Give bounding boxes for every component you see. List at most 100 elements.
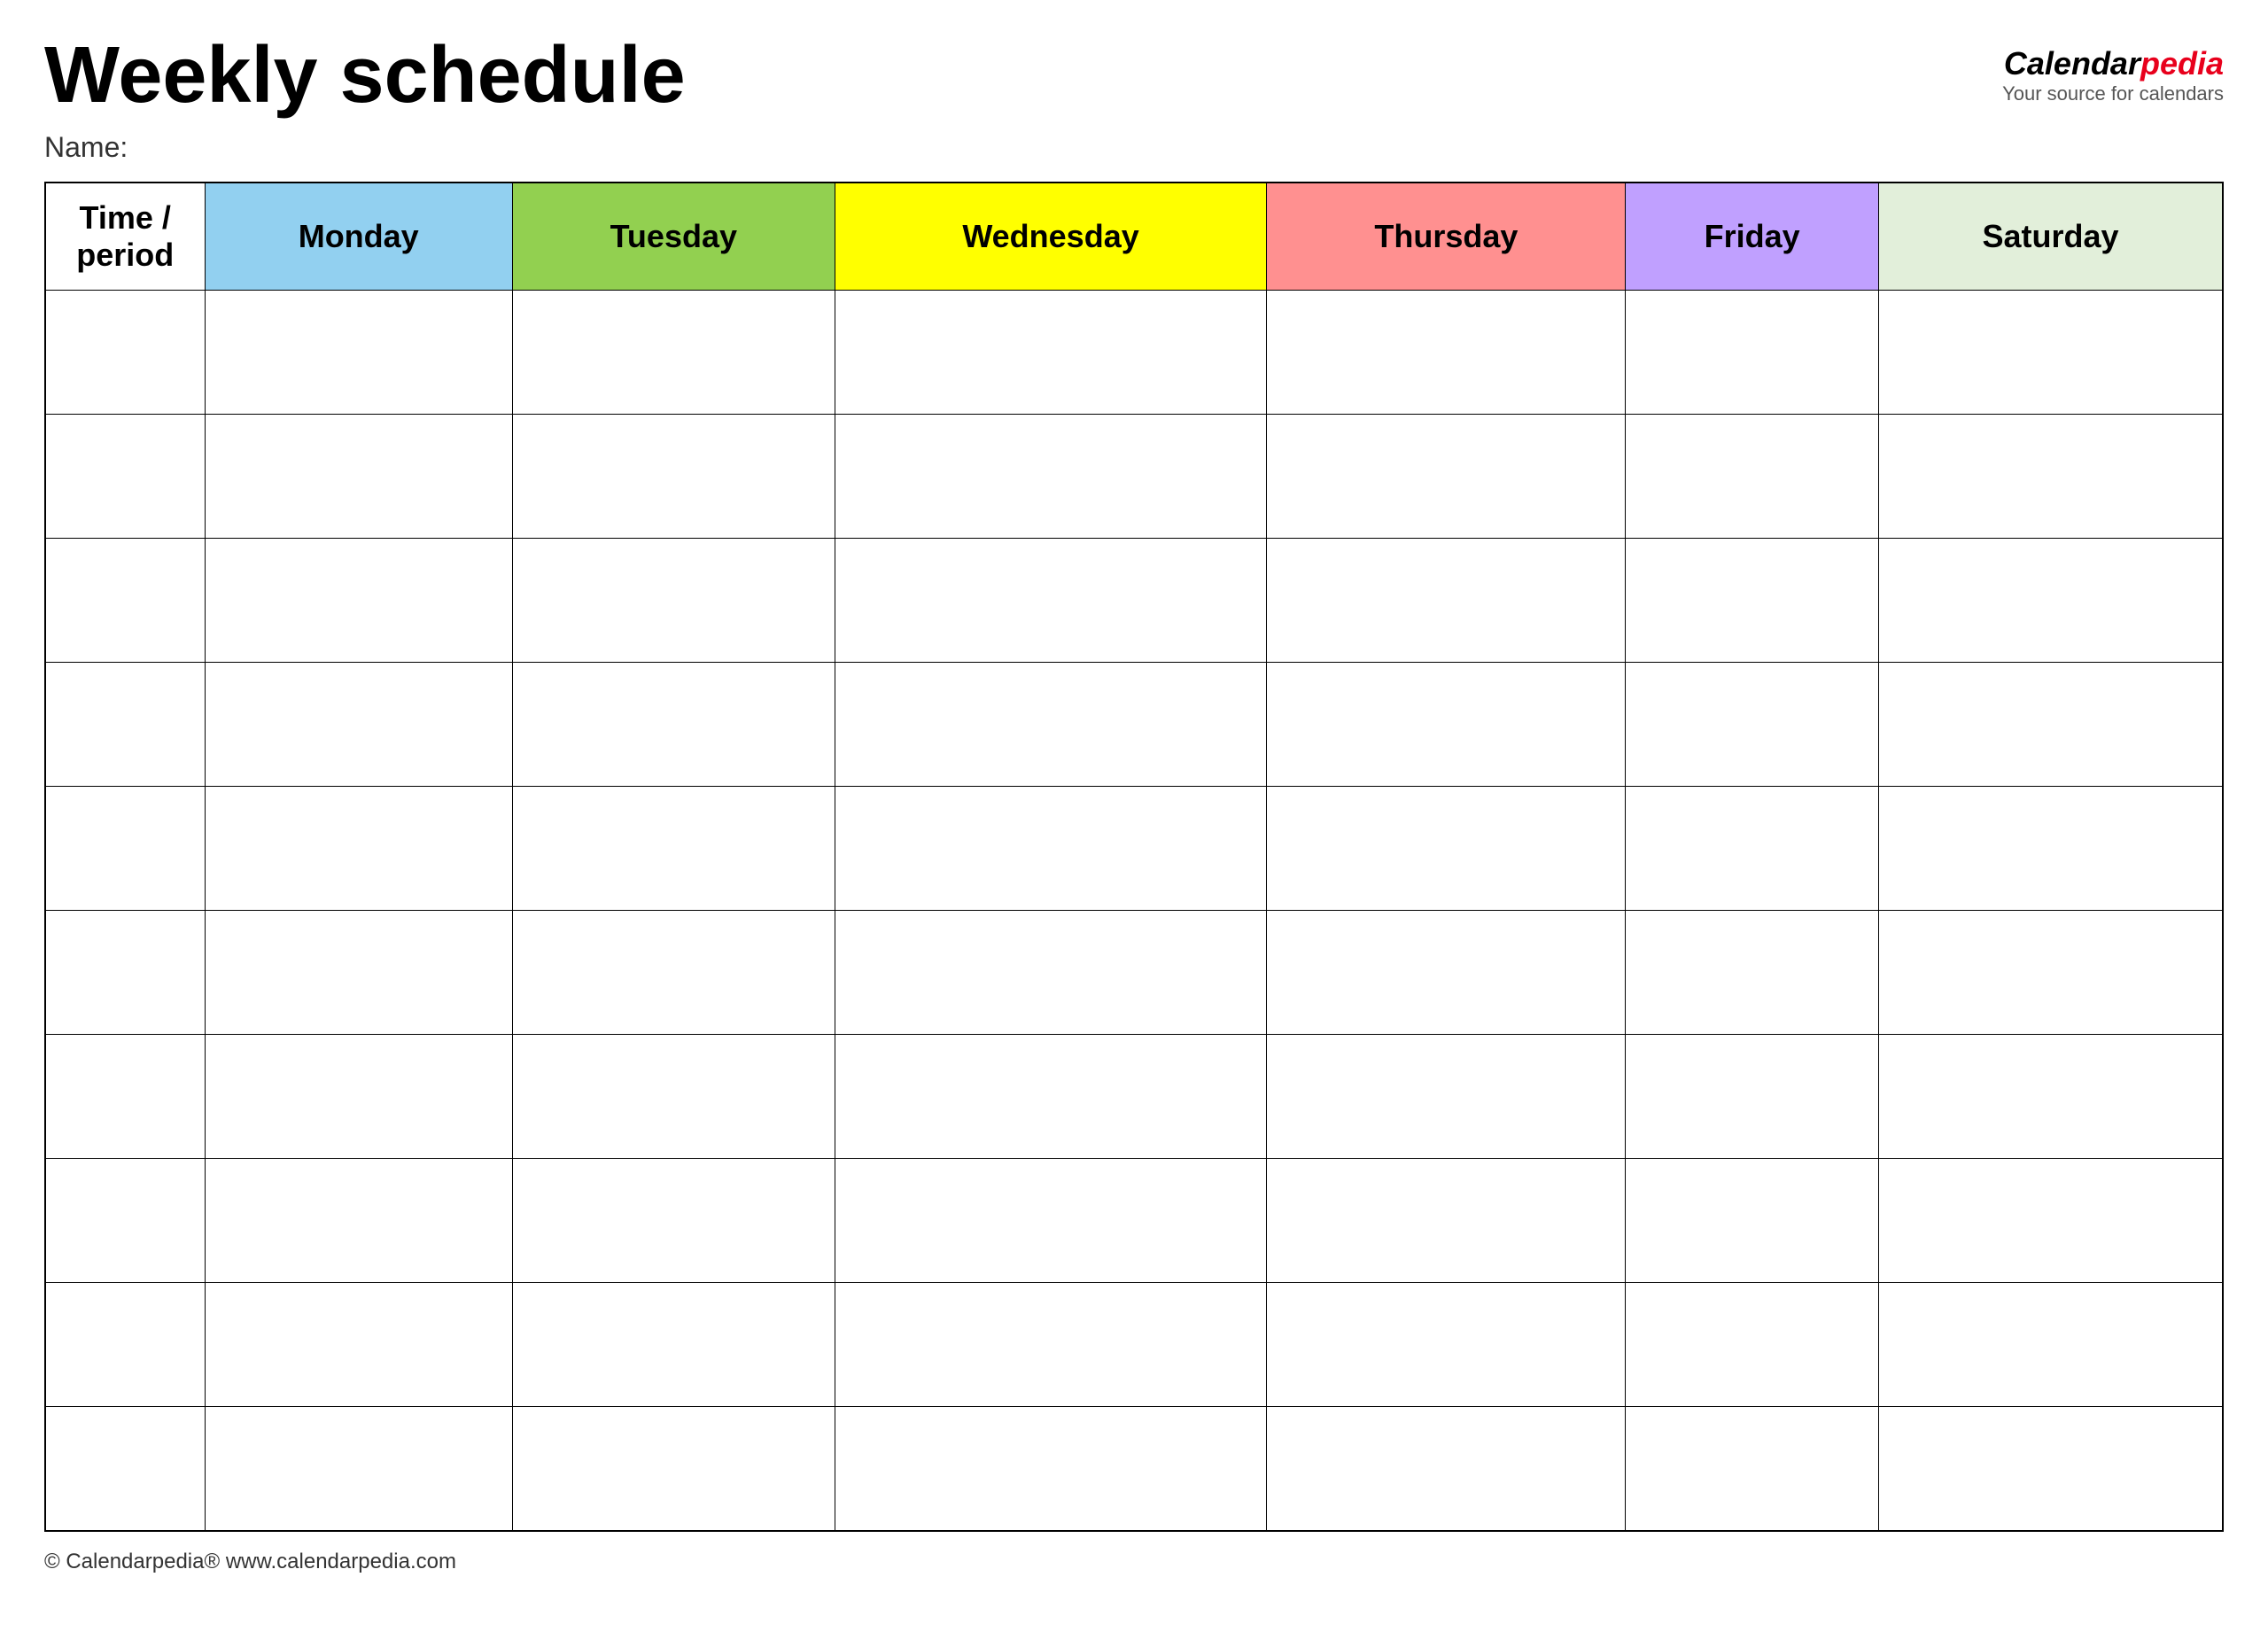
cell-row2-col1[interactable] xyxy=(205,539,512,663)
page-header: Weekly schedule Name: Calendarpedia Your… xyxy=(44,35,2224,164)
cell-row9-col1[interactable] xyxy=(205,1407,512,1531)
table-header-row: Time / period Monday Tuesday Wednesday T… xyxy=(45,183,2223,291)
cell-row9-col0[interactable] xyxy=(45,1407,205,1531)
cell-row5-col6[interactable] xyxy=(1878,911,2223,1035)
table-row[interactable] xyxy=(45,787,2223,911)
cell-row7-col0[interactable] xyxy=(45,1159,205,1283)
cell-row2-col3[interactable] xyxy=(835,539,1267,663)
cell-row4-col2[interactable] xyxy=(512,787,835,911)
cell-row5-col0[interactable] xyxy=(45,911,205,1035)
cell-row5-col4[interactable] xyxy=(1267,911,1626,1035)
cell-row0-col0[interactable] xyxy=(45,291,205,415)
logo-subtitle: Your source for calendars xyxy=(2002,82,2224,105)
cell-row2-col0[interactable] xyxy=(45,539,205,663)
cell-row3-col1[interactable] xyxy=(205,663,512,787)
cell-row6-col2[interactable] xyxy=(512,1035,835,1159)
table-row[interactable] xyxy=(45,663,2223,787)
cell-row5-col5[interactable] xyxy=(1626,911,1879,1035)
cell-row7-col3[interactable] xyxy=(835,1159,1267,1283)
cell-row2-col5[interactable] xyxy=(1626,539,1879,663)
cell-row0-col1[interactable] xyxy=(205,291,512,415)
schedule-table: Time / period Monday Tuesday Wednesday T… xyxy=(44,182,2224,1532)
cell-row6-col5[interactable] xyxy=(1626,1035,1879,1159)
cell-row1-col6[interactable] xyxy=(1878,415,2223,539)
footer-text: © Calendarpedia® www.calendarpedia.com xyxy=(44,1550,456,1573)
cell-row0-col4[interactable] xyxy=(1267,291,1626,415)
cell-row7-col1[interactable] xyxy=(205,1159,512,1283)
table-row[interactable] xyxy=(45,291,2223,415)
cell-row7-col4[interactable] xyxy=(1267,1159,1626,1283)
logo-section: Calendarpedia Your source for calendars xyxy=(2002,44,2224,105)
cell-row8-col6[interactable] xyxy=(1878,1283,2223,1407)
col-header-time: Time / period xyxy=(45,183,205,291)
cell-row3-col0[interactable] xyxy=(45,663,205,787)
table-row[interactable] xyxy=(45,539,2223,663)
table-row[interactable] xyxy=(45,1283,2223,1407)
cell-row5-col1[interactable] xyxy=(205,911,512,1035)
table-row[interactable] xyxy=(45,1035,2223,1159)
table-row[interactable] xyxy=(45,415,2223,539)
cell-row0-col2[interactable] xyxy=(512,291,835,415)
cell-row6-col4[interactable] xyxy=(1267,1035,1626,1159)
cell-row4-col5[interactable] xyxy=(1626,787,1879,911)
cell-row1-col0[interactable] xyxy=(45,415,205,539)
cell-row4-col0[interactable] xyxy=(45,787,205,911)
cell-row4-col4[interactable] xyxy=(1267,787,1626,911)
cell-row6-col6[interactable] xyxy=(1878,1035,2223,1159)
logo-calendar: Calendar xyxy=(2004,45,2140,82)
cell-row7-col6[interactable] xyxy=(1878,1159,2223,1283)
cell-row2-col2[interactable] xyxy=(512,539,835,663)
cell-row8-col3[interactable] xyxy=(835,1283,1267,1407)
cell-row2-col6[interactable] xyxy=(1878,539,2223,663)
table-body xyxy=(45,291,2223,1531)
cell-row3-col5[interactable] xyxy=(1626,663,1879,787)
table-row[interactable] xyxy=(45,911,2223,1035)
title-section: Weekly schedule Name: xyxy=(44,35,686,164)
cell-row4-col3[interactable] xyxy=(835,787,1267,911)
table-row[interactable] xyxy=(45,1159,2223,1283)
cell-row6-col3[interactable] xyxy=(835,1035,1267,1159)
cell-row4-col1[interactable] xyxy=(205,787,512,911)
cell-row9-col3[interactable] xyxy=(835,1407,1267,1531)
cell-row0-col3[interactable] xyxy=(835,291,1267,415)
cell-row3-col6[interactable] xyxy=(1878,663,2223,787)
cell-row3-col3[interactable] xyxy=(835,663,1267,787)
cell-row9-col6[interactable] xyxy=(1878,1407,2223,1531)
cell-row1-col2[interactable] xyxy=(512,415,835,539)
cell-row5-col2[interactable] xyxy=(512,911,835,1035)
cell-row8-col2[interactable] xyxy=(512,1283,835,1407)
cell-row8-col0[interactable] xyxy=(45,1283,205,1407)
cell-row7-col5[interactable] xyxy=(1626,1159,1879,1283)
cell-row1-col4[interactable] xyxy=(1267,415,1626,539)
cell-row3-col4[interactable] xyxy=(1267,663,1626,787)
cell-row9-col2[interactable] xyxy=(512,1407,835,1531)
cell-row1-col5[interactable] xyxy=(1626,415,1879,539)
logo-pedia: pedia xyxy=(2140,45,2224,82)
footer: © Calendarpedia® www.calendarpedia.com xyxy=(44,1550,2224,1574)
page-title: Weekly schedule xyxy=(44,35,686,115)
col-header-tuesday: Tuesday xyxy=(512,183,835,291)
cell-row1-col1[interactable] xyxy=(205,415,512,539)
cell-row8-col5[interactable] xyxy=(1626,1283,1879,1407)
cell-row5-col3[interactable] xyxy=(835,911,1267,1035)
cell-row4-col6[interactable] xyxy=(1878,787,2223,911)
cell-row6-col1[interactable] xyxy=(205,1035,512,1159)
table-row[interactable] xyxy=(45,1407,2223,1531)
cell-row1-col3[interactable] xyxy=(835,415,1267,539)
cell-row3-col2[interactable] xyxy=(512,663,835,787)
cell-row9-col5[interactable] xyxy=(1626,1407,1879,1531)
cell-row0-col6[interactable] xyxy=(1878,291,2223,415)
name-label: Name: xyxy=(44,131,686,164)
logo-text: Calendarpedia xyxy=(2002,44,2224,82)
cell-row2-col4[interactable] xyxy=(1267,539,1626,663)
cell-row9-col4[interactable] xyxy=(1267,1407,1626,1531)
cell-row8-col4[interactable] xyxy=(1267,1283,1626,1407)
col-header-wednesday: Wednesday xyxy=(835,183,1267,291)
cell-row6-col0[interactable] xyxy=(45,1035,205,1159)
cell-row7-col2[interactable] xyxy=(512,1159,835,1283)
cell-row0-col5[interactable] xyxy=(1626,291,1879,415)
col-header-friday: Friday xyxy=(1626,183,1879,291)
col-header-saturday: Saturday xyxy=(1878,183,2223,291)
col-header-thursday: Thursday xyxy=(1267,183,1626,291)
cell-row8-col1[interactable] xyxy=(205,1283,512,1407)
